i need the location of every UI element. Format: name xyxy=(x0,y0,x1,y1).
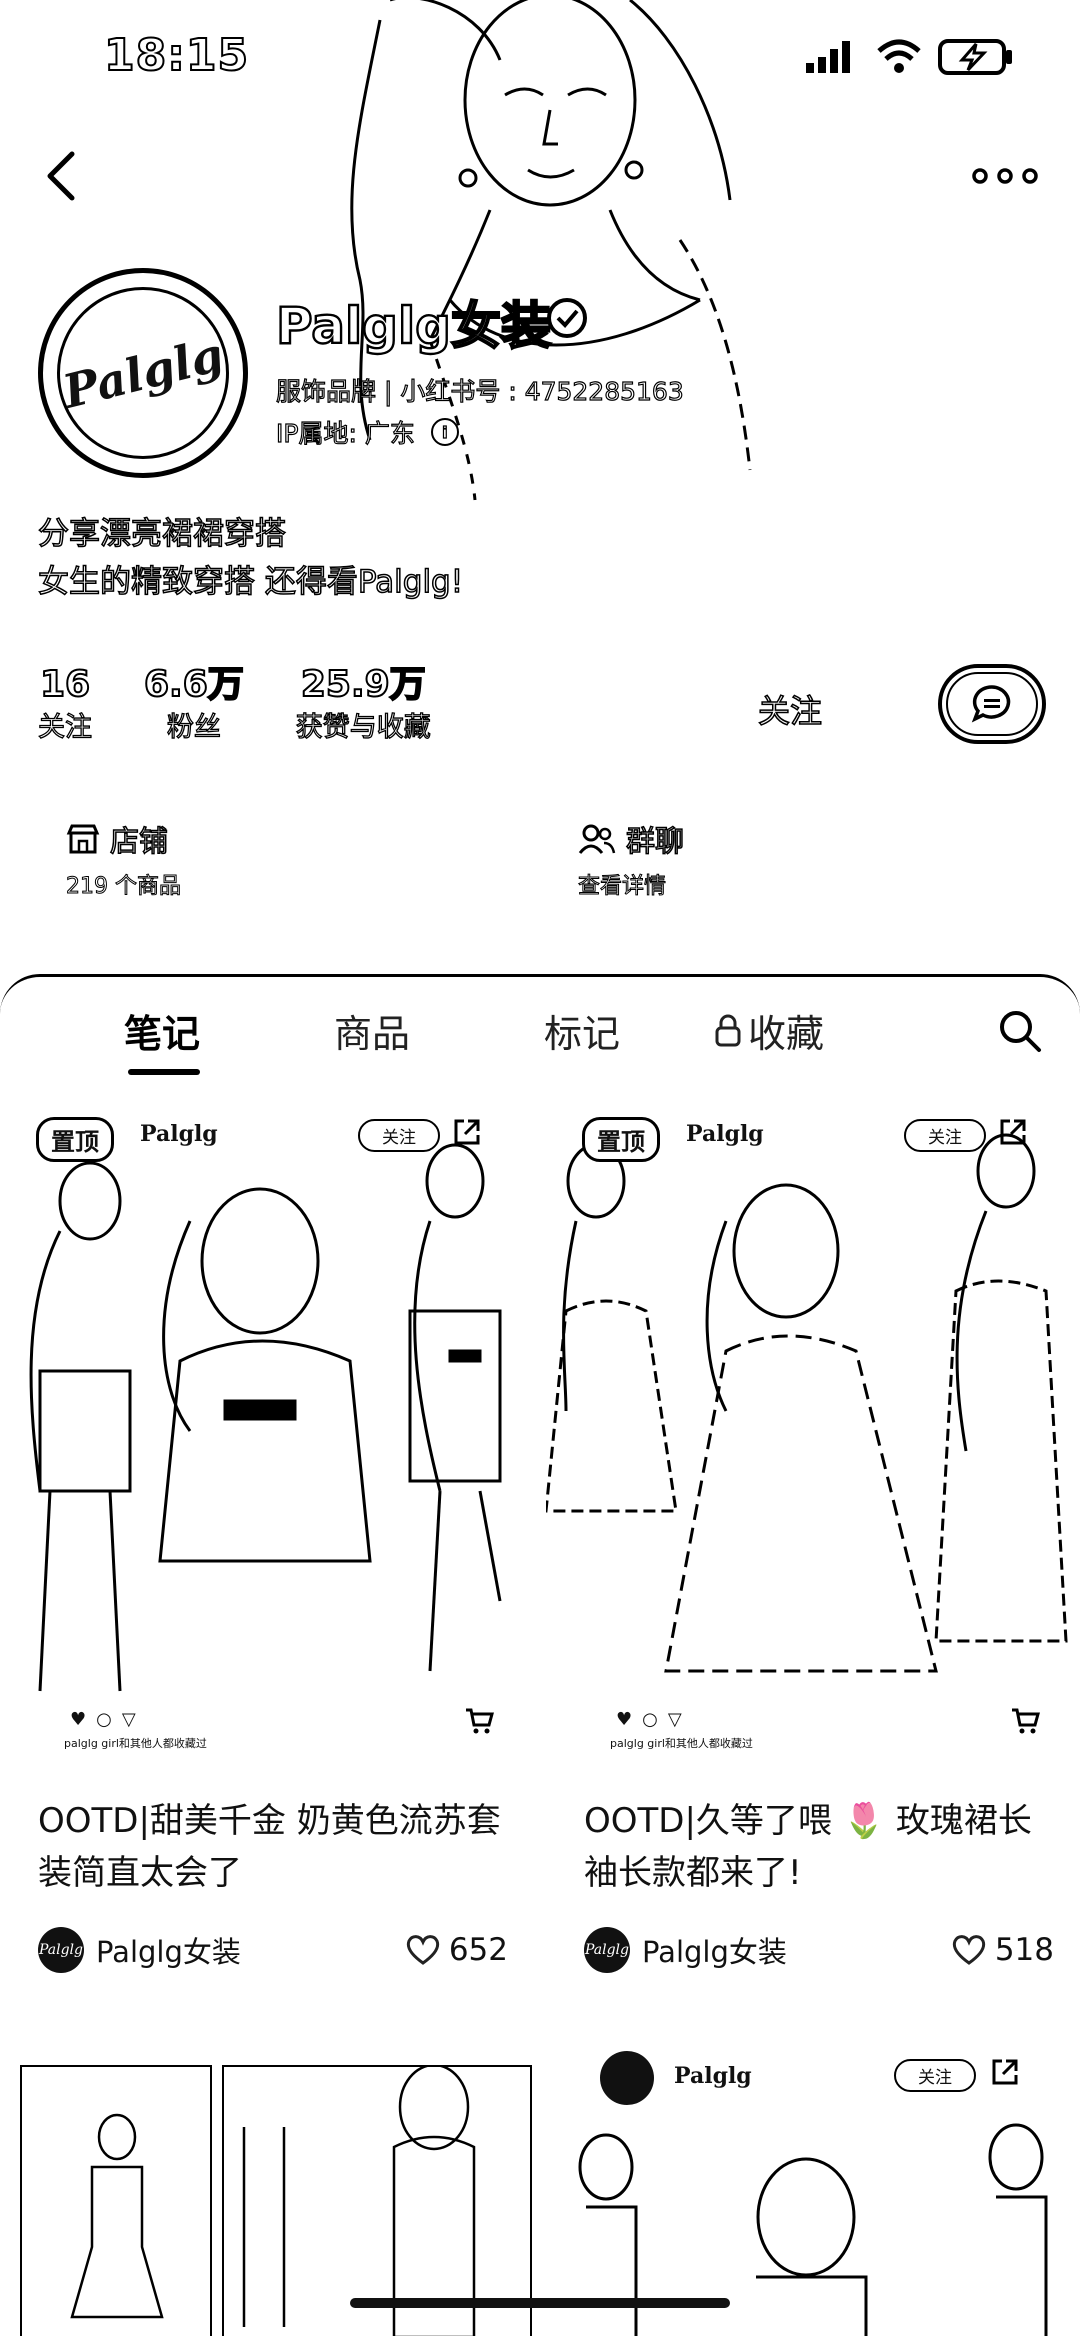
cover-actions: ♥ ○ ▽ xyxy=(616,1709,682,1730)
stat-likes-collects[interactable]: 25.9万 获赞与收藏 xyxy=(295,662,431,748)
wifi-icon xyxy=(877,39,921,73)
share-icon xyxy=(454,1119,480,1145)
note-cover-image[interactable] xyxy=(222,2063,532,2336)
search-icon[interactable] xyxy=(996,1007,1044,1055)
profile-bio: 分享漂亮裙裙穿搭 女生的精致穿搭 还得看Palglg! xyxy=(37,510,464,606)
ip-location-row: IP属地: 广东 i xyxy=(275,414,459,450)
like-button[interactable]: 652 xyxy=(405,1932,508,1968)
more-options-icon[interactable] xyxy=(970,156,1040,196)
profile-id-value[interactable]: 4752285163 xyxy=(524,376,684,406)
ip-location: IP属地: 广东 xyxy=(275,418,415,448)
note-cover-image[interactable]: 置顶 Palglg 关注 ♥ ○ ▽ palglg girl和其他人都收藏过 xyxy=(546,1111,1080,1767)
share-icon xyxy=(992,2059,1018,2085)
comment-icon: ○ xyxy=(642,1709,658,1730)
heart-outline-icon xyxy=(952,1935,985,1965)
shop-title: 店铺 xyxy=(109,823,169,859)
note-footer: Palglg Palglg女装 518 xyxy=(584,1925,1054,1975)
back-icon[interactable] xyxy=(36,148,92,204)
like-button[interactable]: 518 xyxy=(951,1932,1054,1968)
note-cover-image[interactable]: Palglg 关注 xyxy=(546,2047,1080,2336)
avatar-logo: Palglg xyxy=(57,327,229,419)
active-tab-indicator xyxy=(128,1069,200,1075)
message-button[interactable] xyxy=(938,664,1046,744)
cart-icon xyxy=(466,1708,494,1734)
cover-follow-label: 关注 xyxy=(358,1119,440,1152)
send-icon: ▽ xyxy=(667,1709,682,1730)
profile-category: 服饰品牌 xyxy=(275,376,377,406)
follow-button[interactable]: 关注 xyxy=(690,674,890,744)
tab-bar: 笔记 商品 标记 收藏 xyxy=(0,1003,1080,1075)
cover-caption: palglg girl和其他人都收藏过 xyxy=(64,1737,207,1750)
battery-charging-icon xyxy=(938,39,1012,75)
heart-outline-icon xyxy=(406,1935,439,1965)
heart-icon: ♥ xyxy=(70,1709,87,1730)
stat-followers[interactable]: 6.6万 粉丝 xyxy=(143,662,245,748)
note-author[interactable]: Palglg Palglg女装 xyxy=(38,1927,241,1973)
note-title[interactable]: OOTD|久等了喂 🌷 玫瑰裙长袖长款都来了! xyxy=(584,1795,1054,1899)
tab-collections[interactable]: 收藏 xyxy=(714,1003,824,1058)
profile-avatar[interactable]: Palglg xyxy=(38,268,248,478)
tab-tagged[interactable]: 标记 xyxy=(544,1003,620,1058)
bio-line: 女生的精致穿搭 还得看Palglg! xyxy=(37,563,464,601)
info-icon[interactable]: i xyxy=(430,418,459,446)
author-name: Palglg女装 xyxy=(642,1935,787,1969)
group-icon xyxy=(578,824,616,854)
group-title: 群聊 xyxy=(625,823,685,859)
lock-icon xyxy=(715,1014,741,1046)
verified-icon xyxy=(547,298,587,338)
note-title[interactable]: OOTD|甜美千金 奶黄色流苏套装简直太会了 xyxy=(38,1795,508,1899)
pinned-badge: 置顶 xyxy=(36,1117,114,1162)
tab-products[interactable]: 商品 xyxy=(334,1003,410,1058)
profile-name: Palglg女装 xyxy=(275,296,552,356)
profile-id-label: 小红书号 xyxy=(400,376,501,406)
cover-sketch-figures xyxy=(546,1133,1068,1673)
profile-shortcuts: 店铺 219 个商品 群聊 查看详情 xyxy=(66,818,1026,908)
status-time: 18:15 xyxy=(103,29,250,82)
brand-avatar xyxy=(600,2051,654,2105)
cover-actions: ♥ ○ ▽ xyxy=(70,1709,136,1730)
shop-subtitle: 219 个商品 xyxy=(66,874,182,900)
shop-shortcut[interactable]: 店铺 219 个商品 xyxy=(66,818,182,900)
note-cover-image[interactable] xyxy=(20,2065,212,2336)
author-avatar: Palglg xyxy=(38,1927,84,1973)
signal-icon xyxy=(806,41,850,73)
send-icon: ▽ xyxy=(121,1709,136,1730)
cover-caption: palglg girl和其他人都收藏过 xyxy=(610,1737,753,1750)
group-chat-shortcut[interactable]: 群聊 查看详情 xyxy=(577,818,685,900)
note-row-partial: Palglg 关注 xyxy=(0,2047,1080,2336)
pinned-badge: 置顶 xyxy=(582,1117,660,1162)
profile-stats: 16 关注 6.6万 粉丝 25.9万 获赞与收藏 xyxy=(37,662,431,748)
home-indicator[interactable] xyxy=(350,2298,730,2308)
note-author[interactable]: Palglg Palglg女装 xyxy=(584,1927,787,1973)
shop-icon xyxy=(66,824,100,854)
stat-following[interactable]: 16 关注 xyxy=(37,662,92,748)
cart-icon xyxy=(1012,1708,1040,1734)
cover-sketch-figures xyxy=(29,1143,502,1692)
profile-header: 18:15 Palglg Palglg女装 服饰品牌 | 小红书号: 4752… xyxy=(0,0,1080,960)
cover-follow-label: 关注 xyxy=(894,2059,976,2092)
like-count: 652 xyxy=(448,1932,508,1968)
note-footer: Palglg Palglg女装 652 xyxy=(38,1925,508,1975)
bio-line: 分享漂亮裙裙穿搭 xyxy=(37,515,287,553)
profile-meta: 服饰品牌 | 小红书号 : 4752285163 xyxy=(275,376,684,406)
like-count: 518 xyxy=(994,1932,1054,1968)
tab-notes[interactable]: 笔记 xyxy=(124,1003,200,1058)
author-avatar: Palglg xyxy=(584,1927,630,1973)
author-name: Palglg女装 xyxy=(96,1935,241,1969)
cover-follow-label: 关注 xyxy=(904,1119,986,1152)
content-sheet: 笔记 商品 标记 收藏 置顶 Palglg 关注 ♥ ○ ▽ palglg gi… xyxy=(0,974,1080,2336)
status-bar: 18:15 xyxy=(0,29,1080,100)
cover-brand: Palglg xyxy=(674,2063,752,2089)
chat-icon xyxy=(971,685,1011,723)
group-subtitle: 查看详情 xyxy=(577,874,667,900)
cover-brand: Palglg xyxy=(686,1121,764,1147)
comment-icon: ○ xyxy=(96,1709,112,1730)
note-card[interactable]: 置顶 Palglg 关注 ♥ ○ ▽ palglg girl和其他人都收藏过 O… xyxy=(0,1111,534,1975)
cover-brand: Palglg xyxy=(140,1121,218,1147)
note-card[interactable]: 置顶 Palglg 关注 ♥ ○ ▽ palglg girl和其他人都收藏过 O… xyxy=(546,1111,1080,1975)
share-icon xyxy=(1000,1119,1026,1145)
status-icons xyxy=(804,38,1014,76)
heart-icon: ♥ xyxy=(616,1709,633,1730)
note-cover-image[interactable]: 置顶 Palglg 关注 ♥ ○ ▽ palglg girl和其他人都收藏过 xyxy=(0,1111,534,1767)
